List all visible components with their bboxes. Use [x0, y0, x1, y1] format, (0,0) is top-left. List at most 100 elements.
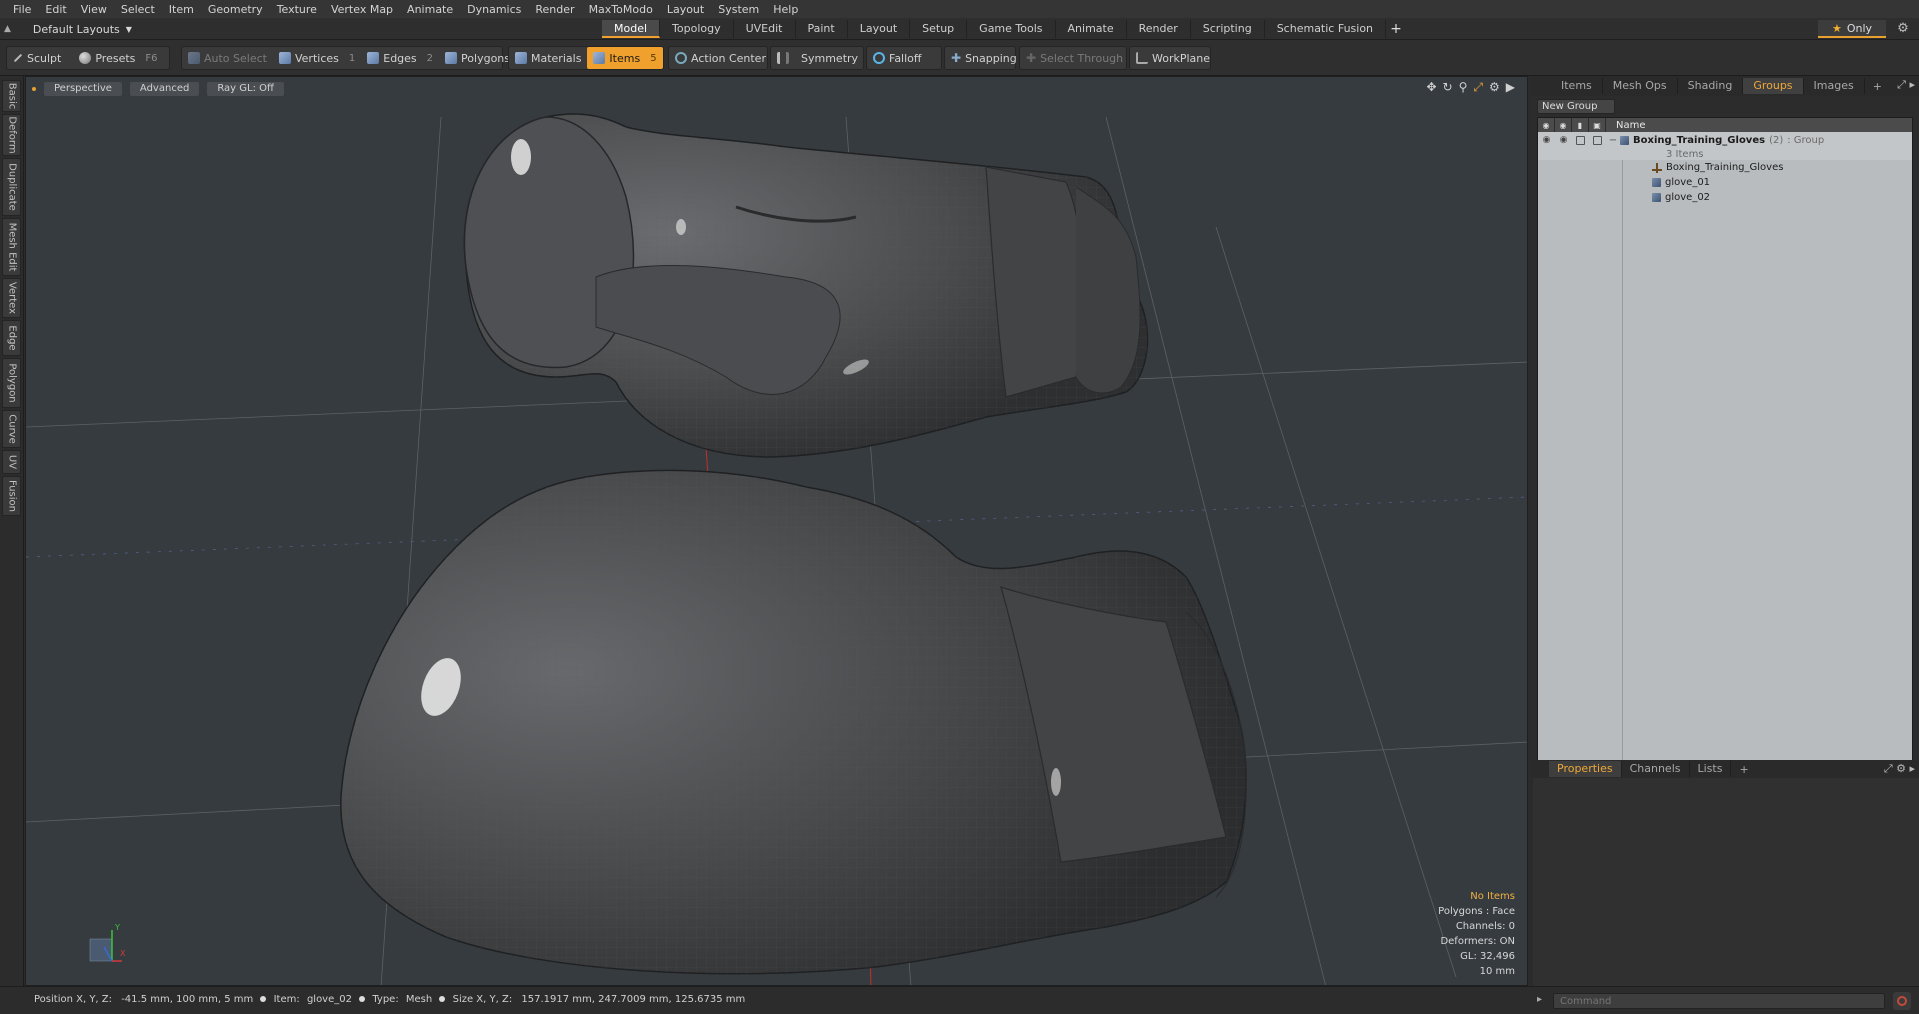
menu-layout[interactable]: Layout — [660, 3, 711, 16]
lefttab-uv[interactable]: UV — [2, 450, 21, 474]
tab-images[interactable]: Images — [1804, 78, 1865, 94]
tab-paint[interactable]: Paint — [796, 20, 848, 38]
lefttab-polygon[interactable]: Polygon — [2, 358, 21, 408]
tab-groups[interactable]: Groups — [1743, 78, 1804, 94]
add-panel-tab-icon[interactable]: + — [1865, 80, 1890, 93]
gear-icon[interactable]: ⚙ — [1895, 21, 1911, 37]
edges-button[interactable]: Edges 2 — [361, 47, 439, 69]
presets-button[interactable]: Presets F6 — [73, 47, 163, 69]
zoom-icon[interactable]: ⚲ — [1459, 80, 1468, 95]
menu-texture[interactable]: Texture — [270, 3, 324, 16]
menu-maxtomodo[interactable]: MaxToModo — [582, 3, 660, 16]
snapping-button[interactable]: ✚ Snapping — [945, 47, 1023, 69]
panel-expand-icon[interactable]: ⤢ ▸ — [1897, 78, 1915, 92]
3d-viewport[interactable]: Perspective Advanced Ray GL: Off ✥ ↻ ⚲ ⤢… — [25, 76, 1528, 986]
viewport-canvas[interactable] — [26, 77, 1528, 986]
lefttab-deform[interactable]: Deform — [2, 114, 21, 156]
lefttab-basic[interactable]: Basic — [2, 80, 21, 112]
items-button[interactable]: Items 5 — [587, 47, 663, 69]
collapse-icon[interactable]: − — [1606, 135, 1620, 146]
tab-game-tools[interactable]: Game Tools — [967, 20, 1056, 38]
add-properties-tab-icon[interactable]: + — [1731, 763, 1756, 776]
menu-select[interactable]: Select — [114, 3, 162, 16]
command-input[interactable] — [1553, 993, 1885, 1009]
lefttab-edge[interactable]: Edge — [2, 320, 21, 356]
menu-help[interactable]: Help — [766, 3, 805, 16]
only-button[interactable]: ★ Only — [1818, 20, 1886, 38]
glove-01-mesh[interactable] — [463, 113, 1149, 458]
stop-icon[interactable] — [1893, 992, 1911, 1010]
layout-toggle-icon[interactable]: ▲ — [4, 24, 11, 34]
menu-file[interactable]: File — [6, 3, 38, 16]
rotate-icon[interactable]: ↻ — [1443, 80, 1453, 95]
new-group-button[interactable]: New Group — [1537, 99, 1615, 114]
list-item[interactable]: glove_01 — [1538, 175, 1912, 190]
lefttab-mesh-edit[interactable]: Mesh Edit — [2, 218, 21, 276]
lefttab-curve[interactable]: Curve — [2, 410, 21, 448]
lefttab-duplicate[interactable]: Duplicate — [2, 158, 21, 216]
vertices-button[interactable]: Vertices 1 — [273, 47, 361, 69]
viewport-options-icon[interactable] — [32, 87, 36, 91]
tab-setup[interactable]: Setup — [910, 20, 968, 38]
menu-view[interactable]: View — [74, 3, 114, 16]
workplane-button[interactable]: WorkPlane — [1130, 47, 1216, 69]
materials-button[interactable]: Materials — [509, 47, 587, 69]
tab-scripting[interactable]: Scripting — [1191, 20, 1265, 38]
view-mode-button[interactable]: Perspective — [44, 82, 122, 96]
command-history-icon[interactable]: ▸ — [1537, 994, 1542, 1005]
menu-animate[interactable]: Animate — [400, 3, 460, 16]
menu-edit[interactable]: Edit — [38, 3, 73, 16]
select-toggle[interactable] — [1589, 133, 1606, 148]
tab-mesh-ops[interactable]: Mesh Ops — [1603, 78, 1678, 94]
falloff-button[interactable]: Falloff — [867, 47, 927, 69]
lefttab-vertex[interactable]: Vertex — [2, 278, 21, 318]
sculpt-button[interactable]: Sculpt — [7, 47, 67, 69]
pan-icon[interactable]: ✥ — [1426, 80, 1436, 95]
tab-properties[interactable]: Properties — [1549, 761, 1622, 777]
tab-shading[interactable]: Shading — [1678, 78, 1744, 94]
list-item[interactable]: Boxing_Training_Gloves — [1538, 160, 1912, 175]
auto-select-button[interactable]: Auto Select — [182, 47, 273, 69]
tab-model[interactable]: Model — [602, 20, 661, 38]
lock-toggle[interactable] — [1572, 133, 1589, 148]
add-tab-icon[interactable]: + — [1386, 20, 1406, 38]
select-through-button[interactable]: ✚ Select Through — [1020, 47, 1129, 69]
list-item[interactable]: glove_02 — [1538, 190, 1912, 205]
tab-lists[interactable]: Lists — [1690, 761, 1732, 777]
render-toggle-icon[interactable]: ◉ — [1555, 133, 1572, 148]
polygons-button[interactable]: Polygons — [439, 47, 516, 69]
viewport-gear-icon[interactable]: ⚙ — [1489, 80, 1500, 95]
expand-arrow-icon[interactable]: ▶ — [1506, 80, 1515, 95]
properties-expand-icon[interactable]: ⤢ ⚙ ▸ — [1884, 762, 1915, 776]
visibility-eye-icon[interactable]: ◉ — [1538, 133, 1555, 148]
menu-dynamics[interactable]: Dynamics — [460, 3, 528, 16]
layout-dropdown[interactable]: ▲ Default Layouts ▼ — [4, 21, 132, 37]
action-center-button[interactable]: Action Center — [669, 47, 772, 69]
menu-system[interactable]: System — [711, 3, 766, 16]
visibility-column-icon[interactable]: ◉ — [1538, 118, 1555, 132]
raygl-button[interactable]: Ray GL: Off — [207, 82, 284, 96]
symmetry-button[interactable]: Symmetry — [771, 47, 864, 69]
menu-geometry[interactable]: Geometry — [201, 3, 270, 16]
tab-uvedit[interactable]: UVEdit — [734, 20, 796, 38]
tab-schematic-fusion[interactable]: Schematic Fusion — [1265, 20, 1387, 38]
tab-topology[interactable]: Topology — [660, 20, 734, 38]
group-row[interactable]: ◉ ◉ − Boxing_Training_Gloves (2) : Group — [1538, 132, 1912, 148]
menu-vertex-map[interactable]: Vertex Map — [324, 3, 400, 16]
select-column-icon[interactable]: ▣ — [1589, 118, 1606, 132]
lock-column-icon[interactable]: ▮ — [1572, 118, 1589, 132]
tab-channels[interactable]: Channels — [1622, 761, 1690, 777]
lefttab-fusion[interactable]: Fusion — [2, 476, 21, 516]
items-shortcut: 5 — [650, 52, 657, 64]
render-column-icon[interactable]: ◉ — [1555, 118, 1572, 132]
tab-items[interactable]: Items — [1551, 78, 1603, 94]
menu-item[interactable]: Item — [162, 3, 201, 16]
name-column-header[interactable]: Name — [1606, 120, 1646, 131]
menu-render[interactable]: Render — [528, 3, 581, 16]
tab-render[interactable]: Render — [1127, 20, 1191, 38]
tab-layout[interactable]: Layout — [848, 20, 911, 38]
glove-02-mesh[interactable] — [340, 469, 1247, 975]
fit-icon[interactable]: ⤢ — [1473, 80, 1483, 95]
tab-animate[interactable]: Animate — [1056, 20, 1127, 38]
shading-mode-button[interactable]: Advanced — [129, 82, 200, 96]
